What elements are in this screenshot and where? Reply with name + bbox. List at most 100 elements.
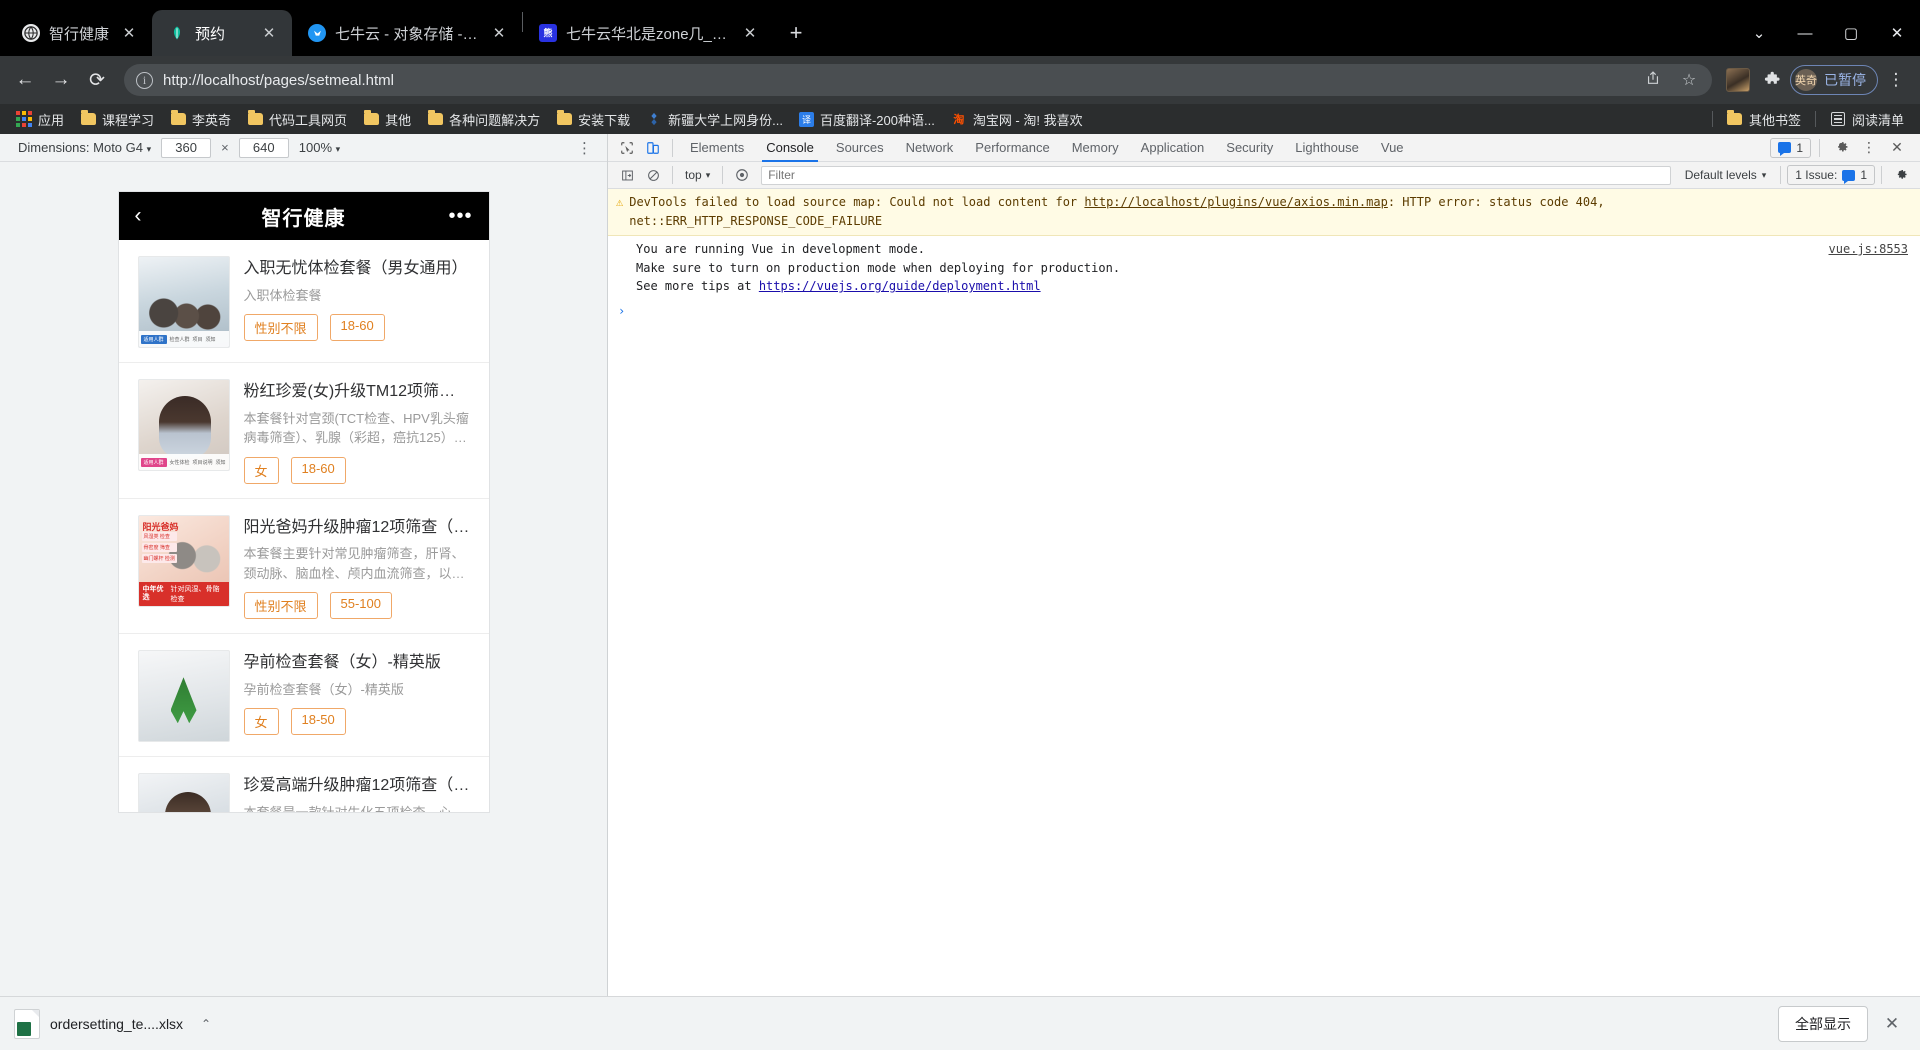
bookmark-folder-6[interactable]: 安装下载 (548, 107, 638, 132)
bookmark-folder-1[interactable]: 课程学习 (72, 107, 162, 132)
tab-performance[interactable]: Performance (964, 134, 1060, 162)
list-item[interactable]: 适用人群 女性体检 项目说明 须知 粉红珍爱(女)升级TM12项筛查体… 本套餐针对宫… (118, 363, 489, 499)
bookmark-folder-5[interactable]: 各种问题解决方 (419, 107, 548, 132)
device-dimensions-selector[interactable]: Dimensions: Moto G4 ▾ (18, 140, 151, 155)
device-width-input[interactable] (161, 137, 212, 158)
issues-summary-button[interactable]: 1 Issue: 1 (1787, 165, 1875, 185)
issues-count: 1 (1796, 140, 1803, 155)
site-info-icon[interactable]: i (136, 71, 153, 89)
setmeal-thumbnail: 适用人群 检查人群 项目 须知 (137, 256, 230, 348)
other-bookmarks-button[interactable]: 其他书签 (1719, 107, 1809, 132)
source-map-link[interactable]: http://localhost/plugins/vue/axios.min.m… (1084, 195, 1387, 209)
clear-console-icon[interactable] (640, 164, 666, 186)
download-menu-icon[interactable]: ⌃ (193, 1011, 219, 1037)
list-item[interactable]: 孕前检查套餐（女）-精英版 孕前检查套餐（女）-精英版 女 18-50 (118, 634, 489, 758)
list-item[interactable]: 阳光爸妈 风湿类 检查 骨密度 筛查 幽门螺杆 检测 中年优选 针对风湿、骨骼检查 (118, 499, 489, 635)
browser-menu-icon[interactable]: ⋮ (1880, 64, 1912, 96)
issues-counter-button[interactable]: 1 (1770, 137, 1811, 158)
tab-sources[interactable]: Sources (825, 134, 895, 162)
bookmark-folder-4[interactable]: 其他 (355, 107, 419, 132)
devtools-more-icon[interactable]: ⋮ (1856, 136, 1882, 160)
bookmark-apps[interactable]: 应用 (8, 107, 72, 132)
profile-avatar: 英奇 (1795, 69, 1817, 91)
tab-lighthouse[interactable]: Lighthouse (1284, 134, 1370, 162)
tab-console[interactable]: Console (755, 134, 825, 162)
tab-close-button[interactable]: ✕ (258, 22, 280, 44)
device-height-input[interactable] (238, 137, 289, 158)
device-toolbar-toggle-icon[interactable] (640, 136, 666, 160)
bookmark-site-9[interactable]: 淘 淘宝网 - 淘! 我喜欢 (943, 107, 1091, 132)
avatar[interactable] (1722, 64, 1754, 96)
tab-elements[interactable]: Elements (679, 134, 755, 162)
execution-context-selector[interactable]: top ▾ (679, 168, 716, 182)
folder-icon (363, 110, 379, 127)
console-prompt[interactable]: › (608, 302, 1920, 320)
maximize-button[interactable]: ▢ (1828, 13, 1874, 53)
forward-icon[interactable]: → (44, 63, 78, 97)
warning-triangle-icon: ⚠ (616, 195, 624, 209)
download-bar-right: 全部显示 ✕ (1778, 1005, 1906, 1042)
close-download-bar-icon[interactable]: ✕ (1878, 1010, 1906, 1038)
tab-security[interactable]: Security (1215, 134, 1284, 162)
live-expression-icon[interactable] (729, 164, 755, 186)
bookmark-site-8[interactable]: 译 百度翻译-200种语... (791, 107, 943, 132)
console-settings-gear-icon[interactable] (1888, 164, 1914, 186)
list-item[interactable]: 珍爱高端升级肿瘤12项筛查（男… 本套餐是一款针对生化五项检查，心… (119, 757, 489, 812)
tab-close-button[interactable]: ✕ (118, 22, 140, 44)
tab-close-button[interactable]: ✕ (488, 22, 510, 44)
bookmarks-bar-right: 其他书签 阅读清单 (1706, 107, 1912, 132)
browser-tab-1[interactable]: 预约 ✕ (152, 10, 293, 56)
show-all-downloads-button[interactable]: 全部显示 (1778, 1005, 1868, 1042)
reading-list-button[interactable]: 阅读清单 (1822, 107, 1912, 132)
close-devtools-icon[interactable]: ✕ (1884, 136, 1910, 160)
more-options-icon[interactable]: ••• (449, 205, 473, 228)
browser-tab-2[interactable]: 七牛云 - 对象存储 - 空间概览 ✕ (292, 10, 522, 56)
thumb-badge-title: 中年优选 (142, 586, 164, 601)
warning-line2: net::ERR_HTTP_RESPONSE_CODE_FAILURE (629, 213, 883, 228)
browser-tab-0[interactable]: 智行健康 ✕ (6, 10, 152, 56)
tab-search-icon[interactable]: ⌄ (1736, 13, 1782, 53)
puzzle-icon[interactable] (1756, 64, 1788, 96)
warning-suffix: : HTTP error: status code 404, (1387, 195, 1605, 209)
tab-application[interactable]: Application (1130, 134, 1216, 162)
share-icon[interactable] (1640, 70, 1666, 91)
browser-tab-3[interactable]: 熊 七牛云华北是zone几_百度搜索 ✕ (523, 10, 773, 56)
profile-status-pill[interactable]: 英奇 已暂停 (1790, 65, 1878, 95)
back-arrow-icon[interactable]: ‹ (135, 204, 159, 228)
bookmark-site-7[interactable]: 新疆大学上网身份... (638, 107, 791, 132)
window-close-button[interactable]: ✕ (1874, 13, 1920, 53)
log-line-1: You are running Vue in development mode. (636, 242, 925, 257)
reload-icon[interactable]: ⟳ (80, 63, 114, 97)
setmeal-info: 阳光爸妈升级肿瘤12项筛查（男… 本套餐主要针对常见肿瘤筛查，肝肾、颈动脉、脑血… (243, 515, 471, 620)
list-item[interactable]: 适用人群 检查人群 项目 须知 入职无忧体检套餐（男女通用） 入职体检套餐 性别不限 … (118, 240, 489, 363)
tab-network[interactable]: Network (895, 134, 965, 162)
minimize-button[interactable]: — (1782, 13, 1828, 53)
address-bar[interactable]: i http://localhost/pages/setmeal.html ☆ (124, 64, 1712, 96)
navigation-bar: ← → ⟳ i http://localhost/pages/setmeal.h… (0, 56, 1920, 104)
back-icon[interactable]: ← (8, 63, 42, 97)
new-tab-button[interactable]: + (779, 16, 813, 50)
console-filter-input[interactable] (761, 165, 1671, 185)
message-icon (1842, 169, 1856, 184)
device-zoom-selector[interactable]: 100% ▾ (299, 140, 340, 155)
bookmark-star-icon[interactable]: ☆ (1676, 70, 1702, 90)
device-more-options-icon[interactable]: ⋮ (577, 139, 599, 157)
bookmark-folder-2[interactable]: 李英奇 (162, 107, 239, 132)
bookmark-label: 课程学习 (102, 112, 155, 128)
tab-vue[interactable]: Vue (1370, 134, 1415, 162)
log-source-link[interactable]: vue.js:8553 (1829, 240, 1908, 259)
inspect-element-icon[interactable] (614, 136, 640, 160)
dimension-separator: × (221, 140, 229, 155)
gear-icon[interactable] (1828, 136, 1854, 160)
chevron-down-icon: ▾ (146, 144, 152, 154)
download-item[interactable]: ordersetting_te....xlsx ⌃ (14, 1008, 219, 1039)
deployment-guide-link[interactable]: https://vuejs.org/guide/deployment.html (759, 279, 1041, 293)
log-levels-selector[interactable]: Default levels ▾ (1677, 168, 1775, 182)
bookmark-folder-3[interactable]: 代码工具网页 (239, 107, 355, 132)
tab-close-button[interactable]: ✕ (739, 22, 761, 44)
console-sidebar-icon[interactable] (614, 164, 640, 186)
console-filter-bar: top ▾ Default levels ▾ 1 Issue: (608, 162, 1920, 189)
tab-memory[interactable]: Memory (1061, 134, 1130, 162)
toolbar-divider (672, 138, 673, 157)
tab-title: 七牛云华北是zone几_百度搜索 (566, 25, 730, 43)
